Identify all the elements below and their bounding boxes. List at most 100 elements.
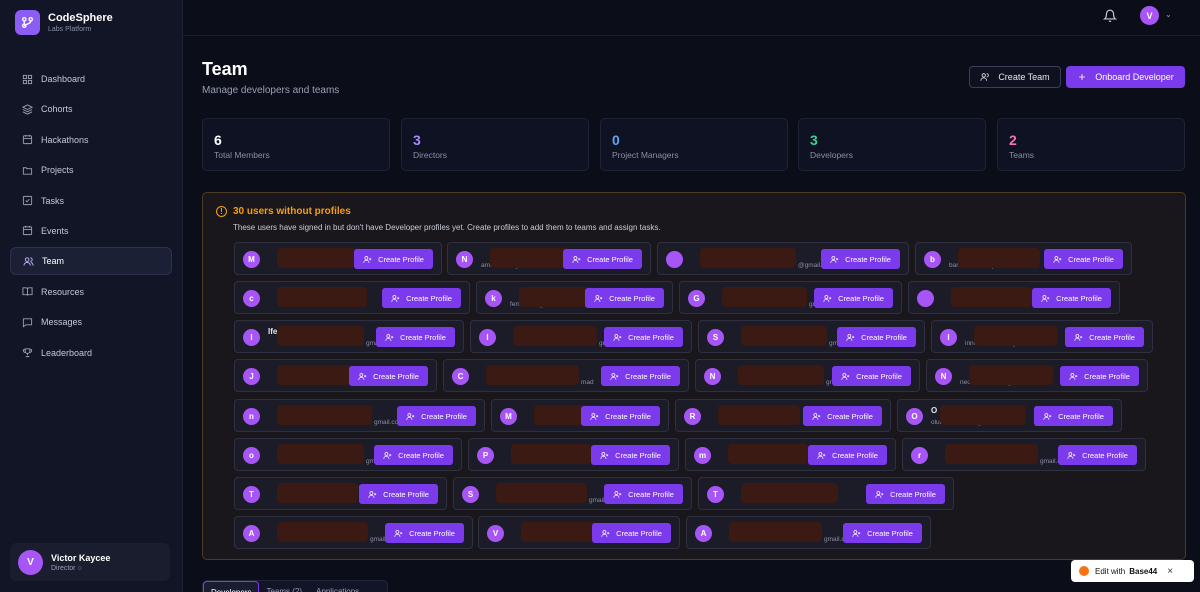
create-profile-button[interactable]: Create Profile <box>1060 366 1139 386</box>
brand[interactable]: CodeSphere Labs Platform <box>15 10 113 35</box>
create-profile-button[interactable]: Create Profile <box>349 366 428 386</box>
create-profile-label: Create Profile <box>1058 411 1104 421</box>
create-profile-button[interactable]: Create Profile <box>821 249 900 269</box>
redaction-mark <box>940 405 1026 425</box>
shield-icon: ○ <box>77 564 82 572</box>
create-profile-button[interactable]: Create Profile <box>591 445 670 465</box>
sidebar-item-messages[interactable]: Messages <box>10 308 172 336</box>
onboard-developer-label: Onboard Developer <box>1095 72 1174 82</box>
create-profile-button[interactable]: Create Profile <box>843 523 922 543</box>
stat-label: Developers <box>810 150 853 160</box>
create-profile-label: Create Profile <box>615 450 661 460</box>
create-profile-button[interactable]: Create Profile <box>814 288 893 308</box>
sidebar-item-projects[interactable]: Projects <box>10 156 172 184</box>
create-profile-label: Create Profile <box>605 411 651 421</box>
create-profile-label: Create Profile <box>832 450 878 460</box>
sidebar-item-events[interactable]: Events <box>10 217 172 245</box>
avatar: S <box>707 329 724 346</box>
user-plus-icon <box>385 333 394 341</box>
user-without-profile-card: Cmad Create Profile <box>443 359 689 392</box>
badge-brand: Base44 <box>1129 566 1158 576</box>
create-profile-button[interactable]: Create Profile <box>376 327 455 347</box>
create-profile-button[interactable]: Create Profile <box>832 366 911 386</box>
bell-icon[interactable] <box>1103 9 1117 23</box>
create-team-button[interactable]: Create Team <box>969 66 1061 88</box>
avatar: G <box>688 290 705 307</box>
avatar: I <box>243 329 260 346</box>
create-profile-button[interactable]: Create Profile <box>837 327 916 347</box>
create-profile-button[interactable]: Create Profile <box>1058 445 1137 465</box>
create-profile-button[interactable]: Create Profile <box>385 523 464 543</box>
close-icon[interactable]: × <box>1167 566 1173 577</box>
user-card[interactable]: V Victor Kaycee Director ○ <box>10 543 170 581</box>
user-plus-icon <box>613 490 622 498</box>
avatar: N <box>704 368 721 385</box>
user-plus-icon <box>1041 294 1050 302</box>
sidebar-item-team[interactable]: Team <box>10 247 172 276</box>
user-plus-icon <box>594 294 603 302</box>
user-without-profile-card: kfemik84@gmail.comCreate Profile <box>476 281 673 314</box>
edit-with-base44-badge[interactable]: Edit with Base44 × <box>1071 560 1194 582</box>
create-profile-button[interactable]: Create Profile <box>382 288 461 308</box>
sidebar-item-label: Resources <box>41 286 85 297</box>
avatar: S <box>462 486 479 503</box>
create-profile-label: Create Profile <box>378 254 424 264</box>
create-profile-button[interactable]: Create Profile <box>585 288 664 308</box>
create-profile-button[interactable]: Create Profile <box>803 406 882 426</box>
sidebar-item-label: Messages <box>41 317 83 328</box>
create-profile-button[interactable]: Create Profile <box>866 484 945 504</box>
users-icon <box>23 257 34 266</box>
avatar: r <box>911 447 928 464</box>
create-profile-button[interactable]: Create Profile <box>601 366 680 386</box>
create-profile-button[interactable]: Create Profile <box>359 484 438 504</box>
create-profile-label: Create Profile <box>845 254 891 264</box>
chevron-down-icon[interactable]: ⌄ <box>1165 10 1172 19</box>
avatar <box>666 251 683 268</box>
sidebar-item-leaderboard[interactable]: Leaderboard <box>10 339 172 367</box>
create-profile-button[interactable]: Create Profile <box>1032 288 1111 308</box>
create-profile-button[interactable]: Create Profile <box>592 523 671 543</box>
create-profile-button[interactable]: Create Profile <box>374 445 453 465</box>
create-profile-label: Create Profile <box>838 293 884 303</box>
avatar: J <box>243 368 260 385</box>
tab-teams[interactable]: Teams (2) <box>259 581 309 592</box>
sidebar-item-hackathons[interactable]: Hackathons <box>10 126 172 154</box>
create-profile-button[interactable]: Create Profile <box>604 327 683 347</box>
sidebar-item-label: Leaderboard <box>41 347 93 358</box>
sidebar-item-label: Tasks <box>41 195 65 206</box>
sidebar-item-resources[interactable]: Resources <box>10 278 172 306</box>
redaction-mark <box>513 326 597 346</box>
create-profile-label: Create Profile <box>1089 332 1135 342</box>
user-without-profile-card: mgmail.comCreate Profile <box>685 438 896 471</box>
user-without-profile-card: T Create Profile <box>698 477 954 510</box>
create-profile-button[interactable]: Create Profile <box>354 249 433 269</box>
create-profile-button[interactable]: Create Profile <box>581 406 660 426</box>
sidebar-item-cohorts[interactable]: Cohorts <box>10 95 172 123</box>
book-icon <box>22 287 33 296</box>
create-profile-button[interactable]: Create Profile <box>1034 406 1113 426</box>
onboard-developer-button[interactable]: Onboard Developer <box>1066 66 1185 88</box>
create-profile-label: Create Profile <box>861 332 907 342</box>
sidebar-item-dashboard[interactable]: Dashboard <box>10 65 172 93</box>
user-plus-icon <box>1067 451 1076 459</box>
tab-applications[interactable]: Applications <box>309 581 366 592</box>
create-profile-button[interactable]: Create Profile <box>397 406 476 426</box>
create-profile-button[interactable]: Create Profile <box>1065 327 1144 347</box>
redaction-mark <box>511 444 591 464</box>
user-plus-icon <box>363 255 372 263</box>
stat-value: 3 <box>413 132 421 148</box>
create-profile-button[interactable]: Create Profile <box>563 249 642 269</box>
avatar <box>917 290 934 307</box>
create-profile-button[interactable]: Create Profile <box>604 484 683 504</box>
sidebar-item-label: Projects <box>41 165 74 176</box>
users-icon <box>980 73 989 81</box>
create-profile-button[interactable]: Create Profile <box>1044 249 1123 269</box>
checkbox-icon <box>22 195 33 206</box>
sidebar-item-tasks[interactable]: Tasks <box>10 187 172 215</box>
user-plus-icon <box>1074 333 1083 341</box>
tab-developers[interactable]: Developers <box>203 581 260 592</box>
redaction-mark <box>958 248 1040 268</box>
avatar: M <box>243 251 260 268</box>
avatar[interactable]: V <box>1140 6 1159 25</box>
create-profile-button[interactable]: Create Profile <box>808 445 887 465</box>
